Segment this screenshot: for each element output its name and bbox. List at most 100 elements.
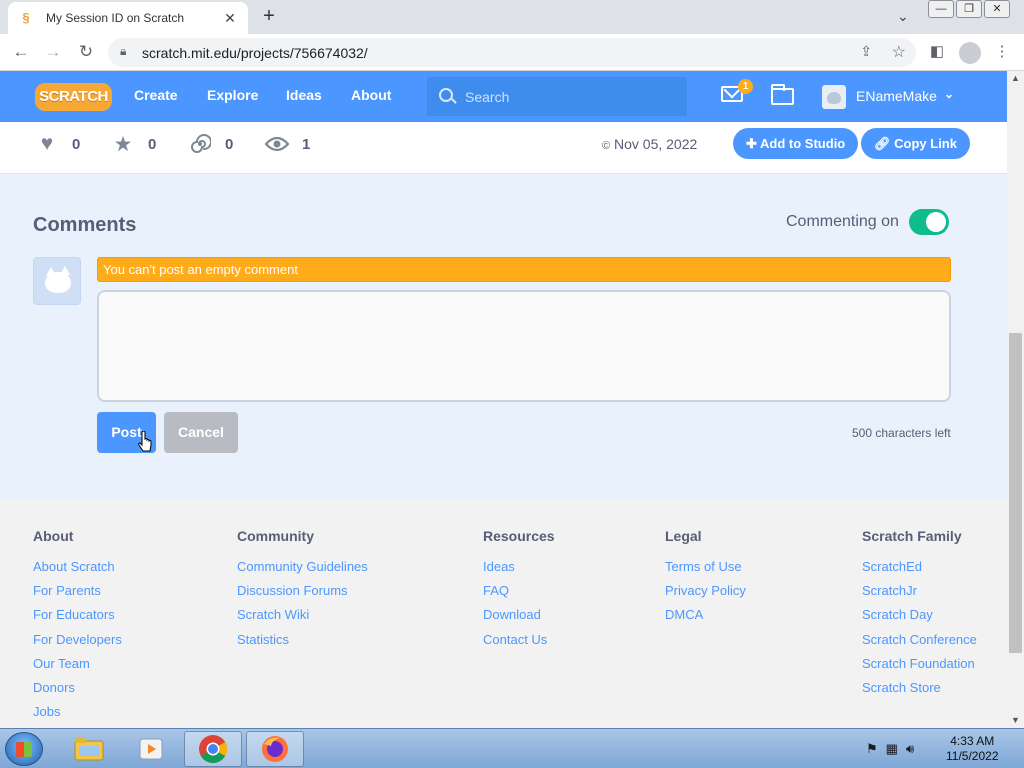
footer-link[interactable]: For Parents (33, 583, 122, 607)
footer-link[interactable]: FAQ (483, 583, 555, 607)
close-tab-icon[interactable]: ✕ (222, 10, 238, 27)
media-player-taskbar-icon[interactable] (122, 731, 180, 767)
explorer-taskbar-icon[interactable] (60, 731, 118, 767)
footer-link[interactable]: Scratch Conference (862, 632, 977, 656)
footer-link[interactable]: Download (483, 607, 555, 631)
commenting-label: Commenting on (786, 213, 899, 230)
nav-create[interactable]: Create (134, 87, 178, 103)
loves-count: 0 (72, 135, 81, 153)
footer-link[interactable]: Ideas (483, 559, 555, 583)
scroll-down-arrow-icon[interactable]: ▼ (1011, 715, 1020, 725)
footer-link[interactable]: Statistics (237, 632, 368, 656)
remixes-count: 0 (225, 135, 234, 153)
add-to-studio-label: Add to Studio (760, 136, 846, 151)
tab-title: My Session ID on Scratch (46, 11, 185, 25)
avatar-ear (60, 266, 70, 275)
close-window-button[interactable]: ✕ (984, 0, 1010, 18)
window-controls: — ❐ ✕ (928, 0, 1010, 20)
search-input[interactable]: Search (427, 77, 687, 116)
copyright-icon: © (602, 140, 611, 152)
copy-link-button[interactable]: 🔗︎ Copy Link (861, 128, 970, 159)
page-scrollbar[interactable]: ▲ ▼ (1007, 71, 1024, 728)
footer-link[interactable]: Community Guidelines (237, 559, 368, 583)
chrome-taskbar-icon[interactable] (184, 731, 242, 767)
footer-link[interactable]: About Scratch (33, 559, 122, 583)
copy-link-label: Copy Link (894, 136, 957, 151)
views-stat: 1 (265, 132, 310, 156)
username[interactable]: ENameMake (856, 88, 937, 104)
footer-link[interactable]: For Developers (33, 632, 122, 656)
forward-arrow-icon[interactable]: → (42, 41, 64, 63)
my-stuff-folder-icon[interactable] (771, 84, 794, 105)
scroll-up-arrow-icon[interactable]: ▲ (1011, 73, 1020, 83)
volume-icon[interactable]: 🔊︎ (906, 741, 914, 757)
scrollbar-thumb[interactable] (1009, 333, 1022, 653)
url-text: scratch.mit.edu/projects/756674032/ (142, 45, 368, 61)
nav-ideas[interactable]: Ideas (286, 87, 322, 103)
restore-button[interactable]: ❐ (956, 0, 982, 18)
tab-search-chevron-icon[interactable]: ⌄ (897, 8, 909, 25)
system-tray: ⚑ ▦ 🔊︎ (866, 741, 914, 757)
cancel-button[interactable]: Cancel (164, 412, 238, 453)
start-button[interactable] (5, 732, 43, 766)
footer-link[interactable]: Donors (33, 680, 122, 704)
clock-date: 11/5/2022 (946, 749, 999, 763)
footer-heading: Legal (665, 528, 702, 544)
scratch-favicon-icon: § (22, 10, 30, 25)
footer-link[interactable]: Discussion Forums (237, 583, 368, 607)
footer-link[interactable]: ScratchEd (862, 559, 977, 583)
reload-icon[interactable]: ↻ (75, 41, 97, 63)
profile-avatar-icon[interactable] (959, 42, 981, 64)
menu-kebab-icon[interactable]: ⋮ (992, 42, 1012, 62)
footer-link[interactable]: Scratch Foundation (862, 656, 977, 680)
footer-link[interactable]: DMCA (665, 607, 746, 631)
empty-comment-error: You can't post an empty comment (97, 257, 951, 282)
browser-tab[interactable]: § My Session ID on Scratch ✕ (8, 2, 248, 34)
taskbar-clock[interactable]: 4:33 AM 11/5/2022 (946, 734, 999, 764)
footer-col-community: Community Community Guidelines Discussio… (237, 528, 368, 656)
commenter-avatar (33, 257, 81, 305)
add-to-studio-button[interactable]: ✚ Add to Studio (733, 128, 859, 159)
scratch-logo[interactable]: SCRATCH (35, 83, 112, 111)
action-center-icon[interactable]: ⚑ (866, 741, 878, 757)
share-icon[interactable]: ⇪ (860, 43, 872, 60)
plus-icon: ✚ (746, 136, 757, 151)
user-avatar[interactable] (822, 85, 846, 109)
nav-explore[interactable]: Explore (207, 87, 258, 103)
footer-link[interactable]: ScratchJr (862, 583, 977, 607)
commenting-toggle[interactable] (909, 209, 949, 235)
clock-time: 4:33 AM (950, 734, 995, 748)
browser-tab-strip: § My Session ID on Scratch ✕ + ⌄ — ❐ ✕ (0, 0, 1024, 34)
project-date: © Nov 05, 2022 (602, 136, 697, 152)
favorites-stat[interactable]: ★ 0 (111, 132, 157, 156)
loves-stat[interactable]: ♥ 0 (35, 132, 81, 156)
side-panel-icon[interactable]: ◧ (927, 42, 947, 62)
lock-icon: 🔒︎ (120, 44, 127, 58)
bookmark-star-icon[interactable]: ☆ (892, 42, 906, 62)
chevron-down-icon[interactable]: ⌄ (944, 87, 954, 101)
remixes-stat: 0 (188, 132, 233, 156)
back-arrow-icon[interactable]: ← (10, 41, 32, 63)
minimize-button[interactable]: — (928, 0, 954, 18)
site-footer: About About Scratch For Parents For Educ… (0, 500, 1007, 728)
footer-link[interactable]: Terms of Use (665, 559, 746, 583)
footer-heading: Scratch Family (862, 528, 962, 544)
nav-about[interactable]: About (351, 87, 391, 103)
footer-link[interactable]: Jobs (33, 704, 122, 728)
footer-link[interactable]: Contact Us (483, 632, 555, 656)
network-icon[interactable]: ▦ (886, 741, 898, 757)
views-count: 1 (302, 135, 311, 153)
new-tab-button[interactable]: + (258, 6, 280, 28)
footer-link[interactable]: Our Team (33, 656, 122, 680)
footer-link[interactable]: Scratch Wiki (237, 607, 368, 631)
footer-link[interactable]: Privacy Policy (665, 583, 746, 607)
footer-link[interactable]: For Educators (33, 607, 122, 631)
address-bar[interactable]: 🔒︎ scratch.mit.edu/projects/756674032/ ⇪… (108, 38, 916, 67)
footer-link[interactable]: Scratch Store (862, 680, 977, 704)
comment-input[interactable] (97, 290, 951, 402)
browser-toolbar: ← → ↻ 🔒︎ scratch.mit.edu/projects/756674… (0, 34, 1024, 71)
footer-link[interactable]: Scratch Day (862, 607, 977, 631)
eye-icon (265, 132, 289, 156)
firefox-taskbar-icon[interactable] (246, 731, 304, 767)
footer-heading: Resources (483, 528, 555, 544)
